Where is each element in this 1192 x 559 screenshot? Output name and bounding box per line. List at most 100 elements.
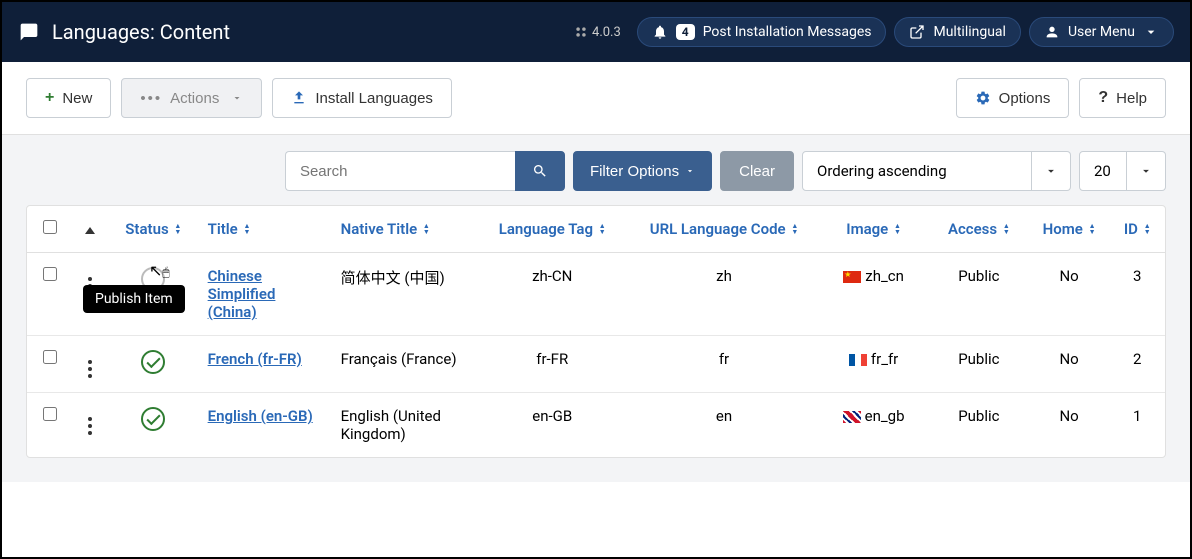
- ellipsis-icon: •••: [140, 90, 162, 107]
- col-tag[interactable]: Language Tag: [475, 206, 630, 253]
- clear-button[interactable]: Clear: [720, 151, 794, 191]
- row-actions-icon[interactable]: [88, 417, 92, 435]
- chevron-down-icon: [1044, 164, 1058, 178]
- access-level: Public: [929, 393, 1029, 458]
- col-image[interactable]: Image: [818, 206, 929, 253]
- notif-label: Post Installation Messages: [703, 24, 872, 40]
- title-link[interactable]: Chinese Simplified (China): [208, 267, 276, 321]
- filter-row: Filter Options Clear Ordering ascending …: [26, 151, 1166, 191]
- help-button[interactable]: ? Help: [1079, 78, 1166, 118]
- image-code: zh_cn: [818, 253, 929, 336]
- search-icon: [532, 163, 548, 179]
- title-link[interactable]: English (en-GB): [208, 407, 313, 425]
- user-menu-button[interactable]: User Menu: [1029, 17, 1174, 47]
- search-button[interactable]: [515, 151, 565, 191]
- flag-icon: [843, 271, 861, 283]
- notifications-button[interactable]: 4 Post Installation Messages: [637, 17, 887, 47]
- home-value: No: [1029, 393, 1110, 458]
- table-wrap: Status Title Native Title Language Tag U…: [26, 205, 1166, 458]
- row-checkbox[interactable]: [43, 407, 57, 421]
- check-icon: [146, 354, 160, 368]
- access-level: Public: [929, 336, 1029, 393]
- top-header: Languages: Content 4.0.3 4 Post Installa…: [2, 2, 1190, 62]
- comment-icon: [18, 22, 40, 42]
- col-status[interactable]: Status: [109, 206, 198, 253]
- access-level: Public: [929, 253, 1029, 336]
- notif-count: 4: [676, 24, 695, 40]
- col-home[interactable]: Home: [1029, 206, 1110, 253]
- image-code: en_gb: [818, 393, 929, 458]
- sort-icon: [1003, 223, 1010, 235]
- status-toggle[interactable]: [141, 407, 165, 431]
- row-checkbox[interactable]: [43, 350, 57, 364]
- check-all[interactable]: [43, 220, 57, 234]
- col-title[interactable]: Title: [198, 206, 331, 253]
- search-input[interactable]: [285, 151, 515, 191]
- row-actions-icon[interactable]: [88, 360, 92, 378]
- plus-icon: +: [45, 89, 54, 107]
- header-title-wrap: Languages: Content: [18, 20, 230, 44]
- tooltip: Publish Item: [83, 285, 185, 313]
- limit-chevron[interactable]: [1127, 151, 1166, 191]
- ordering-select[interactable]: Ordering ascending: [802, 151, 1071, 191]
- col-access[interactable]: Access: [929, 206, 1029, 253]
- url-code: zh: [630, 253, 818, 336]
- filter-options-label: Filter Options: [590, 163, 679, 180]
- sort-asc-icon: [85, 227, 95, 234]
- chevron-down-icon: [1143, 24, 1159, 40]
- id-value: 3: [1110, 253, 1166, 336]
- sort-icon: [791, 223, 798, 235]
- sort-icon: [1144, 223, 1151, 235]
- version-badge[interactable]: 4.0.3: [574, 25, 621, 40]
- user-menu-label: User Menu: [1068, 24, 1135, 40]
- content-area: Filter Options Clear Ordering ascending …: [2, 135, 1190, 482]
- col-native[interactable]: Native Title: [331, 206, 475, 253]
- flag-icon: [849, 354, 867, 366]
- url-code: fr: [630, 336, 818, 393]
- cursor-hand-icon: ↖🖱: [149, 261, 170, 280]
- actions-button[interactable]: ••• Actions: [121, 78, 262, 118]
- options-button[interactable]: Options: [956, 78, 1070, 118]
- sort-icon: [243, 223, 250, 235]
- url-code: en: [630, 393, 818, 458]
- limit-select[interactable]: 20: [1079, 151, 1166, 191]
- gear-icon: [975, 90, 991, 106]
- multilingual-label: Multilingual: [933, 24, 1005, 40]
- new-button[interactable]: + New: [26, 78, 111, 118]
- chevron-down-icon: [1139, 164, 1153, 178]
- native-title: Français (France): [331, 336, 475, 393]
- toolbar: + New ••• Actions Install Languages Opti…: [2, 62, 1190, 135]
- chevron-down-icon: [231, 92, 243, 104]
- install-languages-button[interactable]: Install Languages: [272, 78, 452, 118]
- multilingual-button[interactable]: Multilingual: [894, 17, 1020, 47]
- sort-icon: [1089, 223, 1096, 235]
- toolbar-right: Options ? Help: [956, 78, 1166, 118]
- col-url[interactable]: URL Language Code: [630, 206, 818, 253]
- user-icon: [1044, 24, 1060, 40]
- col-order[interactable]: [71, 206, 109, 253]
- caret-down-icon: [685, 166, 695, 176]
- id-value: 2: [1110, 336, 1166, 393]
- languages-table: Status Title Native Title Language Tag U…: [27, 206, 1165, 457]
- col-id[interactable]: ID: [1110, 206, 1166, 253]
- home-value: No: [1029, 253, 1110, 336]
- status-toggle[interactable]: [141, 350, 165, 374]
- install-label: Install Languages: [315, 90, 433, 107]
- table-row: English (en-GB) English (United Kingdom)…: [27, 393, 1165, 458]
- ordering-value: Ordering ascending: [802, 151, 1032, 191]
- bell-icon: [652, 24, 668, 40]
- filter-options-button[interactable]: Filter Options: [573, 151, 712, 191]
- id-value: 1: [1110, 393, 1166, 458]
- header-actions: 4.0.3 4 Post Installation Messages Multi…: [574, 17, 1174, 47]
- external-link-icon: [909, 24, 925, 40]
- native-title: 简体中文 (中国): [331, 253, 475, 336]
- image-code: fr_fr: [818, 336, 929, 393]
- row-checkbox[interactable]: [43, 267, 57, 281]
- sort-icon: [174, 223, 181, 235]
- options-label: Options: [999, 90, 1051, 107]
- table-row: ↖🖱 Publish Item Chinese Simplified (Chin…: [27, 253, 1165, 336]
- title-link[interactable]: French (fr-FR): [208, 350, 302, 368]
- ordering-chevron[interactable]: [1032, 151, 1071, 191]
- toolbar-left: + New ••• Actions Install Languages: [26, 78, 452, 118]
- flag-icon: [843, 411, 861, 423]
